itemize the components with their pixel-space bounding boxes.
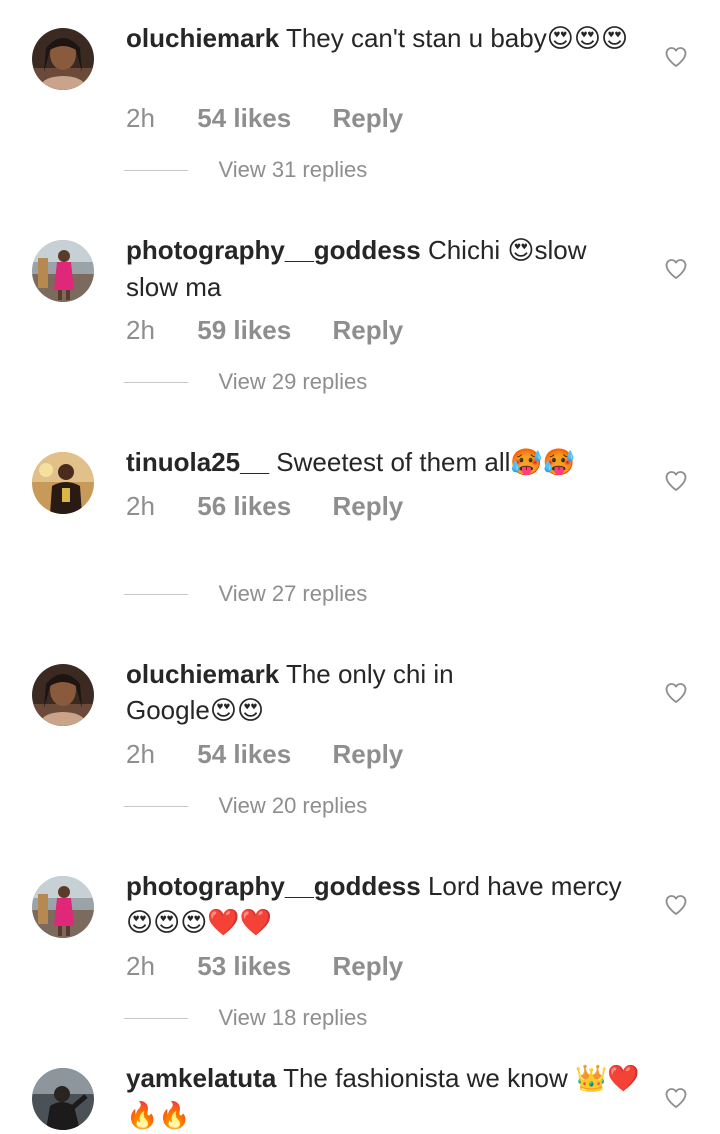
avatar-man-icon xyxy=(32,452,94,514)
replies-divider xyxy=(124,169,188,171)
comment-body: yamkelatuta The fashionista we know 👑❤️🔥… xyxy=(126,1060,641,1134)
comment-body: oluchiemark They can't stan u baby😍😍😍 xyxy=(126,20,641,57)
view-replies-label[interactable]: View 20 replies xyxy=(218,788,367,824)
comment-likes[interactable]: 54 likes xyxy=(197,100,291,136)
comment-emoji: 🥵🥵 xyxy=(510,448,576,478)
comment-text: The fashionista we know xyxy=(283,1063,568,1093)
avatar-pink-dress-icon xyxy=(32,240,94,302)
comment-username[interactable]: oluchiemark xyxy=(126,659,279,689)
reply-button[interactable]: Reply xyxy=(332,312,403,348)
comment-meta: 2h 54 likes Reply xyxy=(126,100,403,136)
avatar[interactable] xyxy=(32,240,94,302)
reply-button[interactable]: Reply xyxy=(332,736,403,772)
avatar-pink-dress-icon xyxy=(32,876,94,938)
comment-text: Sweetest of them all xyxy=(276,447,511,477)
avatar[interactable] xyxy=(32,28,94,90)
comment-item: oluchiemark They can't stan u baby😍😍😍 2h… xyxy=(0,0,720,212)
replies-divider xyxy=(124,381,188,383)
comment-item: oluchiemark The only chi in Google😍😍 2h … xyxy=(0,636,720,848)
comment-text: Chichi xyxy=(427,235,508,265)
heart-outline-icon[interactable] xyxy=(664,1086,688,1110)
comment-time: 2h xyxy=(126,951,155,981)
reply-button[interactable]: Reply xyxy=(332,488,403,524)
avatar[interactable] xyxy=(32,876,94,938)
comment-username[interactable]: yamkelatuta xyxy=(126,1063,276,1093)
heart-outline-icon[interactable] xyxy=(664,469,688,493)
comment-likes[interactable]: 56 likes xyxy=(197,488,291,524)
comment-username[interactable]: tinuola25__ xyxy=(126,447,269,477)
comment-time: 2h xyxy=(126,315,155,345)
comment-body: tinuola25__ Sweetest of them all🥵🥵 xyxy=(126,444,641,481)
reply-button[interactable]: Reply xyxy=(332,948,403,984)
comment-time: 2h xyxy=(126,739,155,769)
comment-item: photography__goddess Chichi 😍slow slow m… xyxy=(0,212,720,424)
view-replies[interactable]: View 27 replies xyxy=(124,576,367,612)
comment-meta: 2h 53 likes Reply xyxy=(126,948,403,984)
avatar[interactable] xyxy=(32,664,94,726)
avatar-woman-icon xyxy=(32,664,94,726)
comment-emoji: 😍😍😍❤️❤️ xyxy=(126,908,273,938)
comment-time: 2h xyxy=(126,491,155,521)
view-replies[interactable]: View 18 replies xyxy=(124,1000,367,1036)
replies-divider xyxy=(124,593,188,595)
comment-item: yamkelatuta The fashionista we know 👑❤️🔥… xyxy=(0,1060,720,1133)
comment-likes[interactable]: 53 likes xyxy=(197,948,291,984)
avatar[interactable] xyxy=(32,452,94,514)
heart-outline-icon[interactable] xyxy=(664,893,688,917)
comment-time: 2h xyxy=(126,103,155,133)
comment-username[interactable]: photography__goddess xyxy=(126,871,421,901)
comment-likes[interactable]: 54 likes xyxy=(197,736,291,772)
reply-button[interactable]: Reply xyxy=(332,100,403,136)
replies-divider xyxy=(124,1017,188,1019)
comment-meta: 2h 54 likes Reply xyxy=(126,736,403,772)
comment-text: They can't stan u baby xyxy=(285,23,547,53)
replies-divider xyxy=(124,805,188,807)
comment-meta: 2h 56 likes Reply xyxy=(126,488,403,524)
view-replies-label[interactable]: View 27 replies xyxy=(218,576,367,612)
view-replies-label[interactable]: View 31 replies xyxy=(218,152,367,188)
comment-text: Lord have mercy xyxy=(427,871,622,901)
comment-username[interactable]: photography__goddess xyxy=(126,235,421,265)
heart-outline-icon[interactable] xyxy=(664,257,688,281)
view-replies[interactable]: View 29 replies xyxy=(124,364,367,400)
avatar-dark-icon xyxy=(32,1068,94,1130)
avatar-woman-icon xyxy=(32,28,94,90)
heart-outline-icon[interactable] xyxy=(664,681,688,705)
comment-likes[interactable]: 59 likes xyxy=(197,312,291,348)
comment-meta: 2h 59 likes Reply xyxy=(126,312,403,348)
comment-item: photography__goddess Lord have mercy 😍😍😍… xyxy=(0,848,720,1060)
comment-body: oluchiemark The only chi in Google😍😍 xyxy=(126,656,486,729)
view-replies-label[interactable]: View 18 replies xyxy=(218,1000,367,1036)
view-replies[interactable]: View 31 replies xyxy=(124,152,367,188)
view-replies-label[interactable]: View 29 replies xyxy=(218,364,367,400)
comment-emoji: 😍 xyxy=(507,236,535,266)
view-replies[interactable]: View 20 replies xyxy=(124,788,367,824)
comment-username[interactable]: oluchiemark xyxy=(126,23,279,53)
comment-body: photography__goddess Chichi 😍slow slow m… xyxy=(126,232,641,305)
heart-outline-icon[interactable] xyxy=(664,45,688,69)
comment-item: tinuola25__ Sweetest of them all🥵🥵 2h 56… xyxy=(0,424,720,636)
comment-emoji: 😍😍 xyxy=(209,696,265,726)
comment-body: photography__goddess Lord have mercy 😍😍😍… xyxy=(126,868,641,941)
comment-emoji: 😍😍😍 xyxy=(546,24,629,54)
avatar[interactable] xyxy=(32,1068,94,1130)
